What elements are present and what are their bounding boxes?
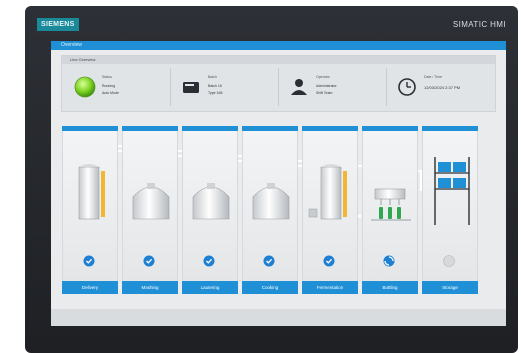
- station-button-storage[interactable]: Storage: [422, 281, 478, 294]
- batch-label: Batch: [208, 75, 217, 79]
- storage-rack-icon: [434, 157, 470, 225]
- hmi-title: SIMATIC HMI: [452, 20, 506, 29]
- divider: [278, 68, 279, 106]
- screen-topbar: Overview: [51, 41, 506, 50]
- process-stations: Delivery Mashing Lautering Cooking Ferme…: [61, 126, 496, 326]
- status-box-status: Status Running Auto Mode: [68, 70, 168, 104]
- ok-status-icon: [323, 254, 335, 267]
- status-panel: Line Overview Status Running Auto Mode B…: [61, 55, 496, 112]
- operator-value-1: Administrator: [316, 84, 337, 88]
- clock-icon: [396, 76, 418, 98]
- batch-icon: [180, 76, 202, 98]
- station-fermentation: Fermentation: [301, 126, 359, 301]
- station-button-mashing[interactable]: Mashing: [122, 281, 178, 294]
- station-button-delivery[interactable]: Delivery: [62, 281, 118, 294]
- fermentation-tank-icon: [308, 164, 347, 220]
- status-lamp-icon: [74, 76, 96, 98]
- station-delivery: Delivery: [61, 126, 119, 301]
- operator-value-2: Shift Team: [316, 91, 333, 95]
- user-icon: [288, 76, 310, 98]
- ok-status-icon: [143, 254, 155, 267]
- kettle-icon: [192, 183, 230, 220]
- status-box-datetime: Date / Time 12/03/2024 2:37 PM: [390, 70, 490, 104]
- status-value-1: Running: [102, 84, 116, 88]
- station-button-bottling[interactable]: Bottling: [362, 281, 418, 294]
- divider: [386, 68, 387, 106]
- station-lautering: Lautering: [181, 126, 239, 301]
- datetime-value: 12/03/2024 2:37 PM: [424, 85, 461, 90]
- screen-bottom-strip: [51, 309, 506, 326]
- running-status-icon: [383, 254, 395, 267]
- kettle-icon: [132, 183, 170, 220]
- screen-title: Overview: [61, 42, 82, 48]
- hmi-panel-device: SIEMENS SIMATIC HMI Overview Line Overvi…: [25, 6, 518, 353]
- bottling-machine-icon: [371, 188, 411, 221]
- idle-status-icon: [443, 254, 455, 267]
- status-panel-header: Line Overview: [62, 56, 495, 64]
- status-label: Status: [102, 75, 112, 79]
- station-mashing: Mashing: [121, 126, 179, 301]
- datetime-label: Date / Time: [424, 75, 442, 79]
- divider: [170, 68, 171, 106]
- silo-icon: [78, 164, 105, 220]
- status-box-batch: Batch Batch 16 Type 168: [174, 70, 274, 104]
- status-value-2: Auto Mode: [102, 91, 119, 95]
- status-box-operator: Operator Administrator Shift Team: [282, 70, 382, 104]
- operator-label: Operator: [316, 75, 330, 79]
- station-bottling: Bottling: [361, 126, 419, 301]
- status-panel-title: Line Overview: [70, 57, 96, 62]
- station-button-fermentation[interactable]: Fermentation: [302, 281, 358, 294]
- ok-status-icon: [83, 254, 95, 267]
- hmi-screen: Overview Line Overview Status Running Au…: [51, 41, 506, 326]
- station-button-lautering[interactable]: Lautering: [182, 281, 238, 294]
- station-cooking: Cooking: [241, 126, 299, 301]
- station-storage: Storage: [421, 126, 479, 301]
- ok-status-icon: [203, 254, 215, 267]
- kettle-icon: [252, 183, 290, 220]
- station-button-cooking[interactable]: Cooking: [242, 281, 298, 294]
- ok-status-icon: [263, 254, 275, 267]
- batch-value-2: Type 168: [208, 91, 223, 95]
- brand-logo: SIEMENS: [37, 18, 79, 31]
- batch-value-1: Batch 16: [208, 84, 222, 88]
